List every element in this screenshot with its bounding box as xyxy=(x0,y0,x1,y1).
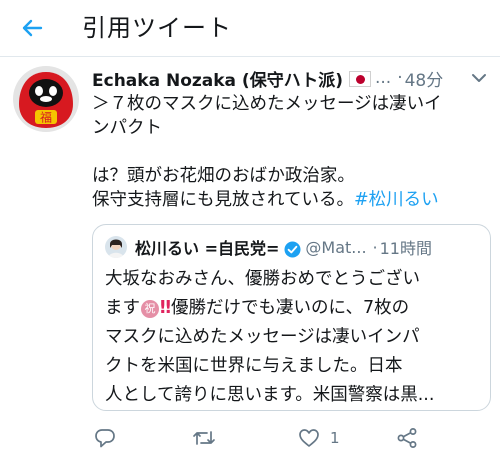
daruma-avatar-icon: 福 xyxy=(13,66,79,132)
quoted-timestamp[interactable]: 11時間 xyxy=(380,235,432,259)
back-button[interactable] xyxy=(14,10,50,46)
arrow-left-icon xyxy=(22,19,43,37)
quoted-author-name[interactable]: 松川るい =自民党= xyxy=(135,235,279,259)
tweet-menu-button[interactable] xyxy=(470,70,488,84)
verified-badge-icon xyxy=(284,241,301,258)
celebration-emoji-icon: 祝 xyxy=(141,300,159,318)
quoted-tweet-header: 松川るい =自民党= @Mat... · 11時間 xyxy=(105,235,432,259)
page-title: 引用ツイート xyxy=(82,14,232,42)
author-name[interactable]: Echaka Nozaka (保守ハト派) xyxy=(92,66,343,91)
quoted-line-text: 優勝だけでも凄いのに、7枚の xyxy=(170,298,410,318)
tweet-line: ンパクト xyxy=(92,118,162,138)
retweet-icon xyxy=(193,431,215,445)
tweet-line-with-hashtag: 保守支持層にも見放されている。#松川るい xyxy=(92,188,492,212)
chevron-down-icon xyxy=(472,74,486,82)
tweet-text: ＞７枚のマスクに込めたメッセージは凄いイ ンパクト は？頭がお花畑のおばか政治家… xyxy=(92,92,492,212)
reply-icon xyxy=(95,429,115,448)
double-exclamation-emoji-icon: ‼ xyxy=(160,298,171,318)
separator-dot: · xyxy=(397,68,403,88)
person-avatar-icon xyxy=(105,236,127,258)
quoted-line-text: ます xyxy=(105,298,140,318)
like-button[interactable]: 1 xyxy=(298,424,340,452)
avatar-glyph: 福 xyxy=(40,110,52,125)
tweet-timestamp[interactable]: 48分 xyxy=(405,66,444,91)
quoted-line: 人として誇りに思います。米国警察は黒... xyxy=(105,385,435,405)
share-icon xyxy=(397,428,417,448)
heart-icon xyxy=(299,429,319,447)
share-button[interactable] xyxy=(396,424,418,452)
top-bar: 引用ツイート xyxy=(0,0,500,54)
quoted-line: 大坂なおみさん、優勝おめでとうござい xyxy=(105,269,420,289)
name-truncation: ... xyxy=(374,68,392,88)
author-avatar[interactable]: 福 xyxy=(13,66,79,132)
hashtag-link[interactable]: #松川るい xyxy=(354,190,439,210)
retweet-button[interactable] xyxy=(192,424,216,452)
quoted-line-with-emoji: ます祝 ‼ 優勝だけでも凄いのに、7枚の xyxy=(105,294,485,323)
header-divider xyxy=(0,56,500,57)
quoted-separator-dot: · xyxy=(372,237,378,257)
quoted-line: クトを米国に世界に与えました。日本 xyxy=(105,356,403,376)
tweet-line-text: 保守支持層にも見放されている。 xyxy=(92,190,354,210)
quoted-tweet-text: 大坂なおみさん、優勝おめでとうござい ます祝 ‼ 優勝だけでも凄いのに、7枚の マス… xyxy=(105,265,485,410)
quoted-tweet-card[interactable]: 松川るい =自民党= @Mat... · 11時間 大坂なおみさん、優勝おめでと… xyxy=(92,224,491,411)
quoted-line: マスクに込めたメッセージは凄いインパ xyxy=(105,327,420,347)
quoted-author-handle[interactable]: @Mat... xyxy=(305,238,366,257)
quoted-author-avatar[interactable] xyxy=(105,236,127,258)
tweet-line: ＞７枚のマスクに込めたメッセージは凄いイ xyxy=(92,94,442,114)
tweet-header: Echaka Nozaka (保守ハト派) ... · 48分 xyxy=(92,64,492,92)
like-count: 1 xyxy=(330,429,340,447)
tweet-line: は？頭がお花畑のおばか政治家。 xyxy=(92,166,355,186)
reply-button[interactable] xyxy=(94,424,116,452)
tweet-action-bar: 1 xyxy=(92,424,492,452)
japan-flag-icon xyxy=(348,71,371,87)
